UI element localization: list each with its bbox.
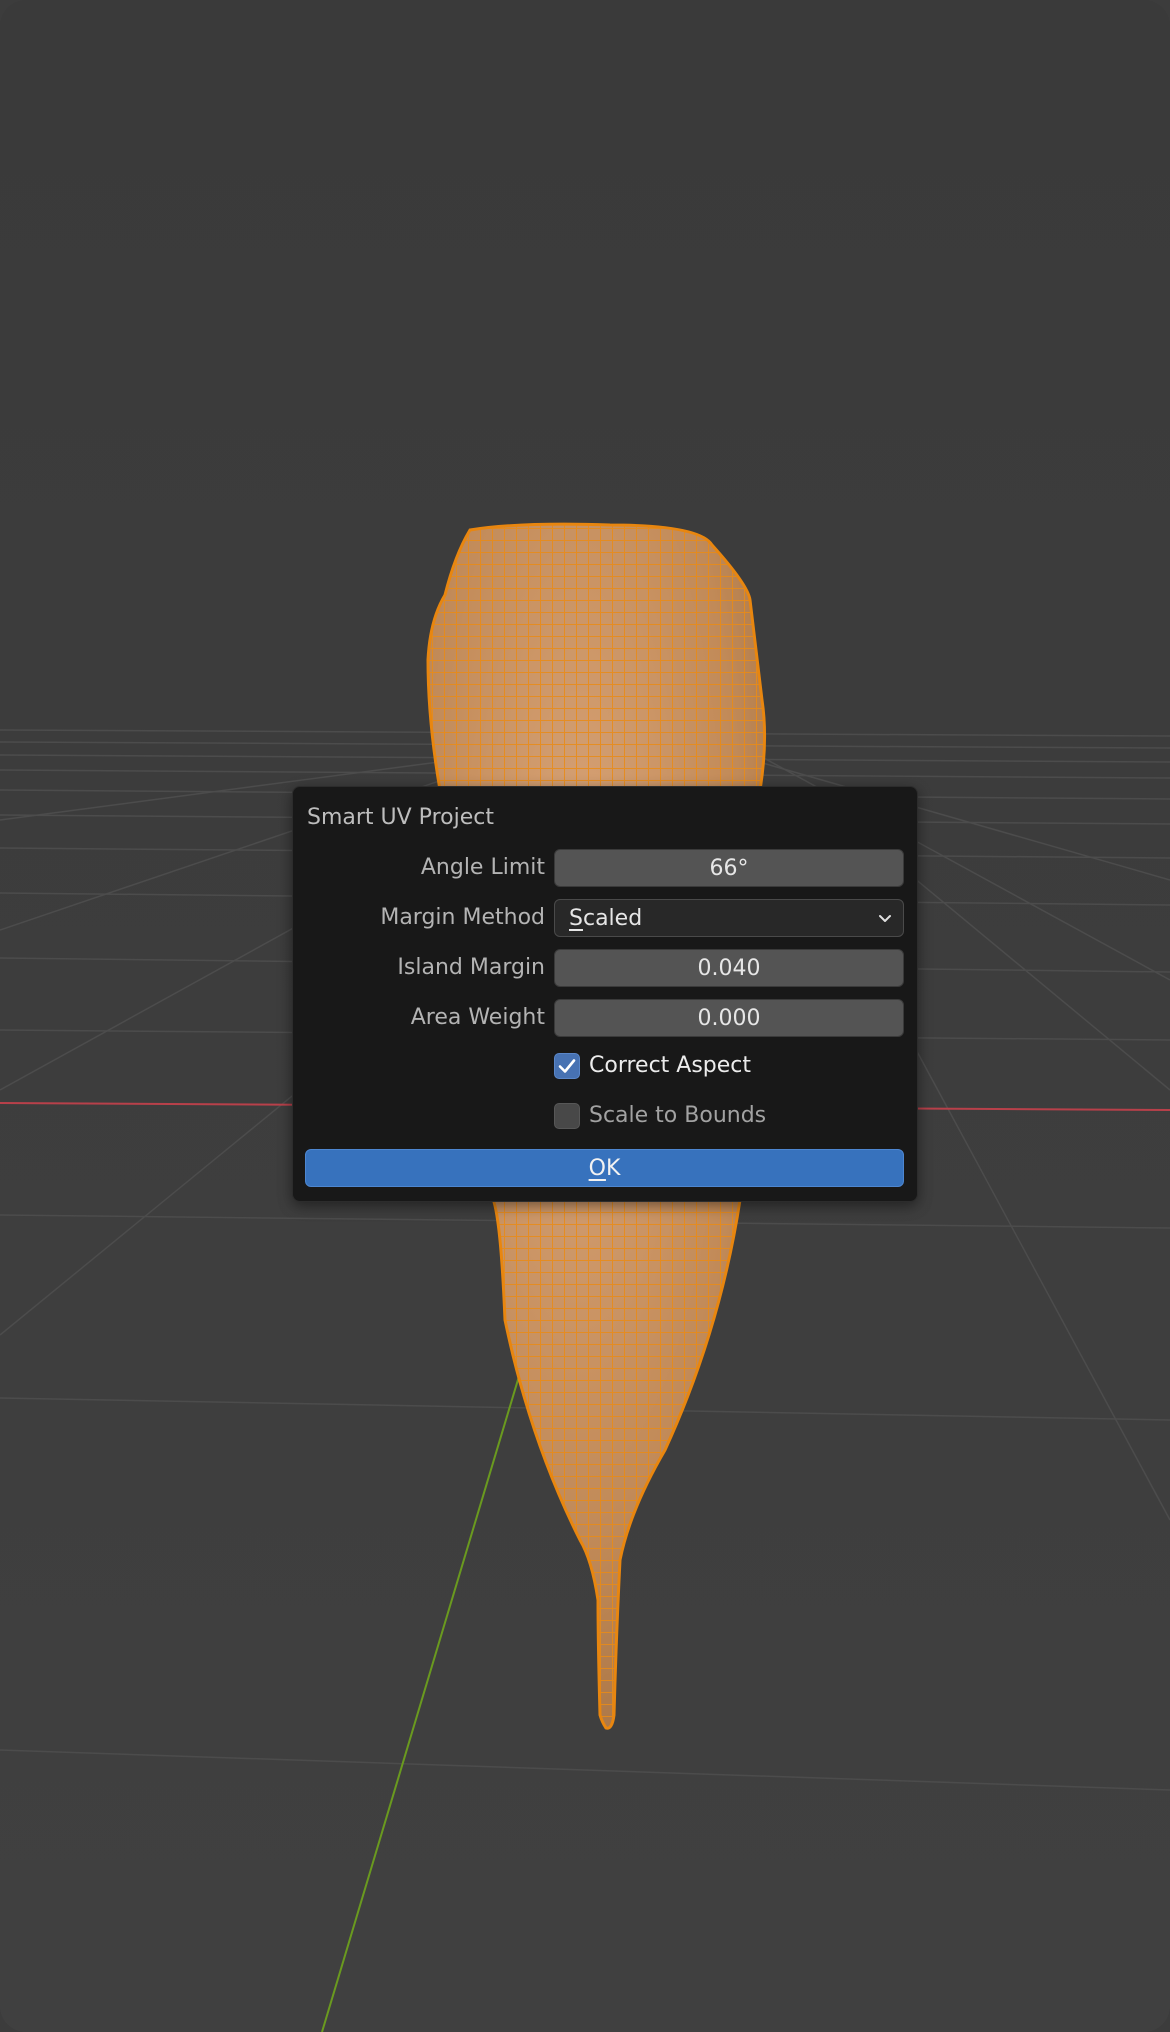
area-weight-row: Area Weight 0.000 (293, 999, 917, 1039)
chevron-down-icon (879, 915, 891, 922)
ok-label-rest: K (605, 1155, 621, 1181)
correct-aspect-box[interactable] (554, 1053, 580, 1079)
scale-to-bounds-label: Scale to Bounds (589, 1103, 767, 1128)
island-margin-field[interactable]: 0.040 (554, 949, 904, 987)
3d-viewport[interactable]: Smart UV Project Angle Limit 66° Margin … (0, 0, 1170, 2032)
area-weight-label: Area Weight (410, 1005, 545, 1030)
ok-mnemonic: O (588, 1155, 606, 1181)
smart-uv-project-dialog: Smart UV Project Angle Limit 66° Margin … (292, 786, 918, 1202)
ok-button[interactable]: OK (305, 1149, 904, 1187)
scale-to-bounds-box[interactable] (554, 1103, 580, 1129)
angle-limit-field[interactable]: 66° (554, 849, 904, 887)
angle-limit-label: Angle Limit (420, 855, 545, 880)
island-margin-row: Island Margin 0.040 (293, 949, 917, 989)
dialog-title: Smart UV Project (307, 805, 494, 830)
correct-aspect-label: Correct Aspect (589, 1053, 752, 1078)
angle-limit-row: Angle Limit 66° (293, 849, 917, 889)
margin-method-value: Scaled (569, 905, 643, 931)
margin-method-dropdown[interactable]: Scaled (554, 899, 904, 937)
margin-method-label: Margin Method (380, 905, 545, 930)
margin-method-row: Margin Method Scaled (293, 899, 917, 939)
island-margin-label: Island Margin (397, 955, 545, 980)
checkmark-icon (558, 1059, 576, 1073)
correct-aspect-checkbox[interactable]: Correct Aspect (554, 1048, 894, 1084)
area-weight-field[interactable]: 0.000 (554, 999, 904, 1037)
scale-to-bounds-checkbox[interactable]: Scale to Bounds (554, 1098, 894, 1134)
